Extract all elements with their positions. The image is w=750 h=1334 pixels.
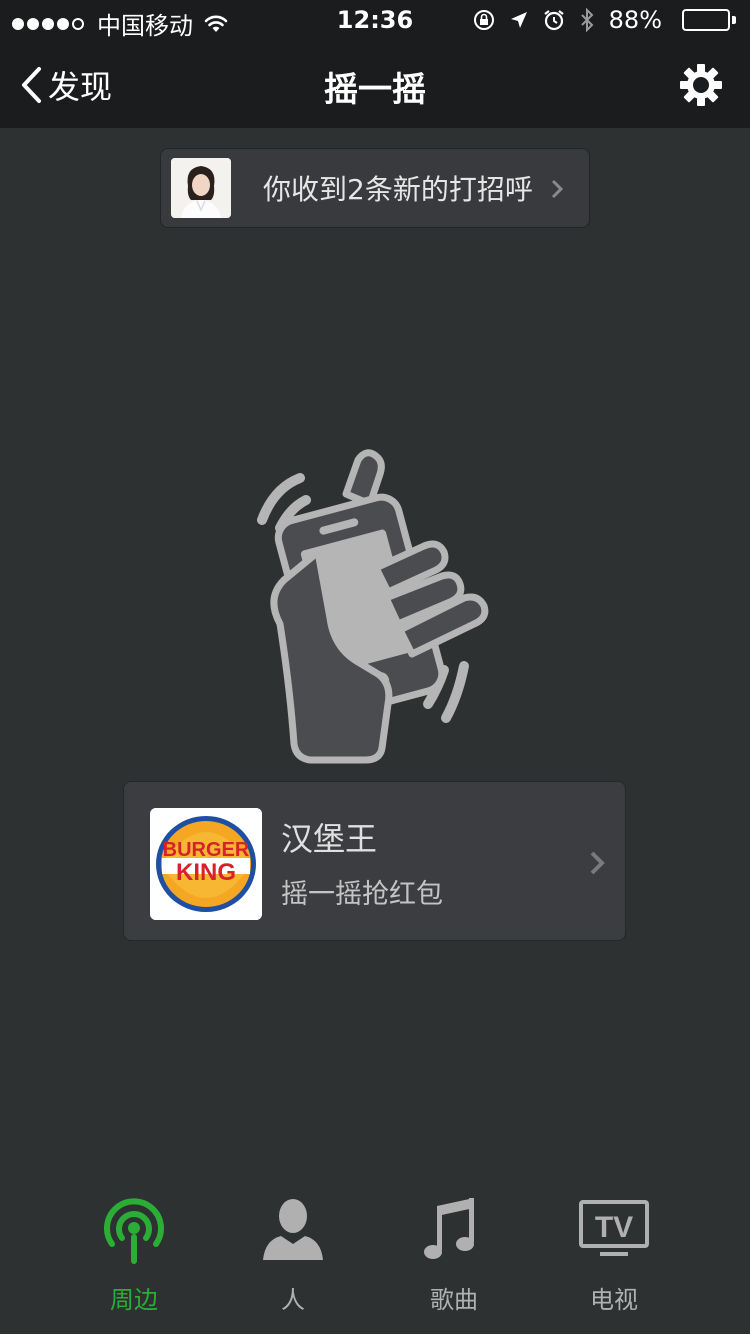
page-title: 摇一摇 [324,70,426,110]
battery-icon [676,9,736,31]
tab-label: 歌曲 [430,1286,478,1314]
result-title: 汉堡王 [281,820,378,858]
result-subtitle: 摇一摇抢红包 [281,879,443,910]
location-icon [509,10,529,30]
burger-king-logo: BURGER KING [150,808,262,920]
logo-line1: BURGER [163,839,250,861]
greeting-text: 你收到2条新的打招呼 [263,173,533,206]
tab-label: 周边 [110,1286,158,1314]
tab-nearby[interactable]: 周边 [74,1194,194,1315]
battery-percent: 88% [608,6,662,34]
svg-text:TV: TV [595,1211,633,1244]
navigation-bar: 发现 摇一摇 [0,40,750,128]
tab-people[interactable]: 人 [233,1194,353,1315]
tv-icon: TV [579,1200,649,1256]
greeting-banner[interactable]: 你收到2条新的打招呼 [160,148,590,228]
status-right: 88% [459,6,736,34]
tab-label: 人 [281,1286,305,1314]
avatar [171,158,231,218]
person-icon [263,1199,323,1260]
radar-icon [104,1198,164,1264]
bluetooth-icon [579,8,595,32]
status-bar: 中国移动 12:36 88% [0,0,750,40]
tab-bar: 周边 人 歌曲 TV 电视 [0,1180,750,1334]
chevron-right-icon [590,851,605,875]
chevron-right-icon [551,179,563,199]
tab-tv[interactable]: TV 电视 [554,1194,674,1315]
tab-songs[interactable]: 歌曲 [394,1194,514,1315]
shake-screen: 中国移动 12:36 88% 发现 摇一摇 你收到2条新的打招呼 BURGER … [0,0,750,1334]
shake-result-card[interactable]: BURGER KING 汉堡王 摇一摇抢红包 [123,781,626,941]
rotation-lock-icon [473,9,495,31]
tab-label: 电视 [590,1286,638,1314]
shake-phone-icon [257,449,489,764]
gear-icon[interactable] [680,64,722,106]
logo-line2: KING [176,859,236,886]
music-note-icon [424,1198,474,1259]
alarm-icon [543,9,565,31]
